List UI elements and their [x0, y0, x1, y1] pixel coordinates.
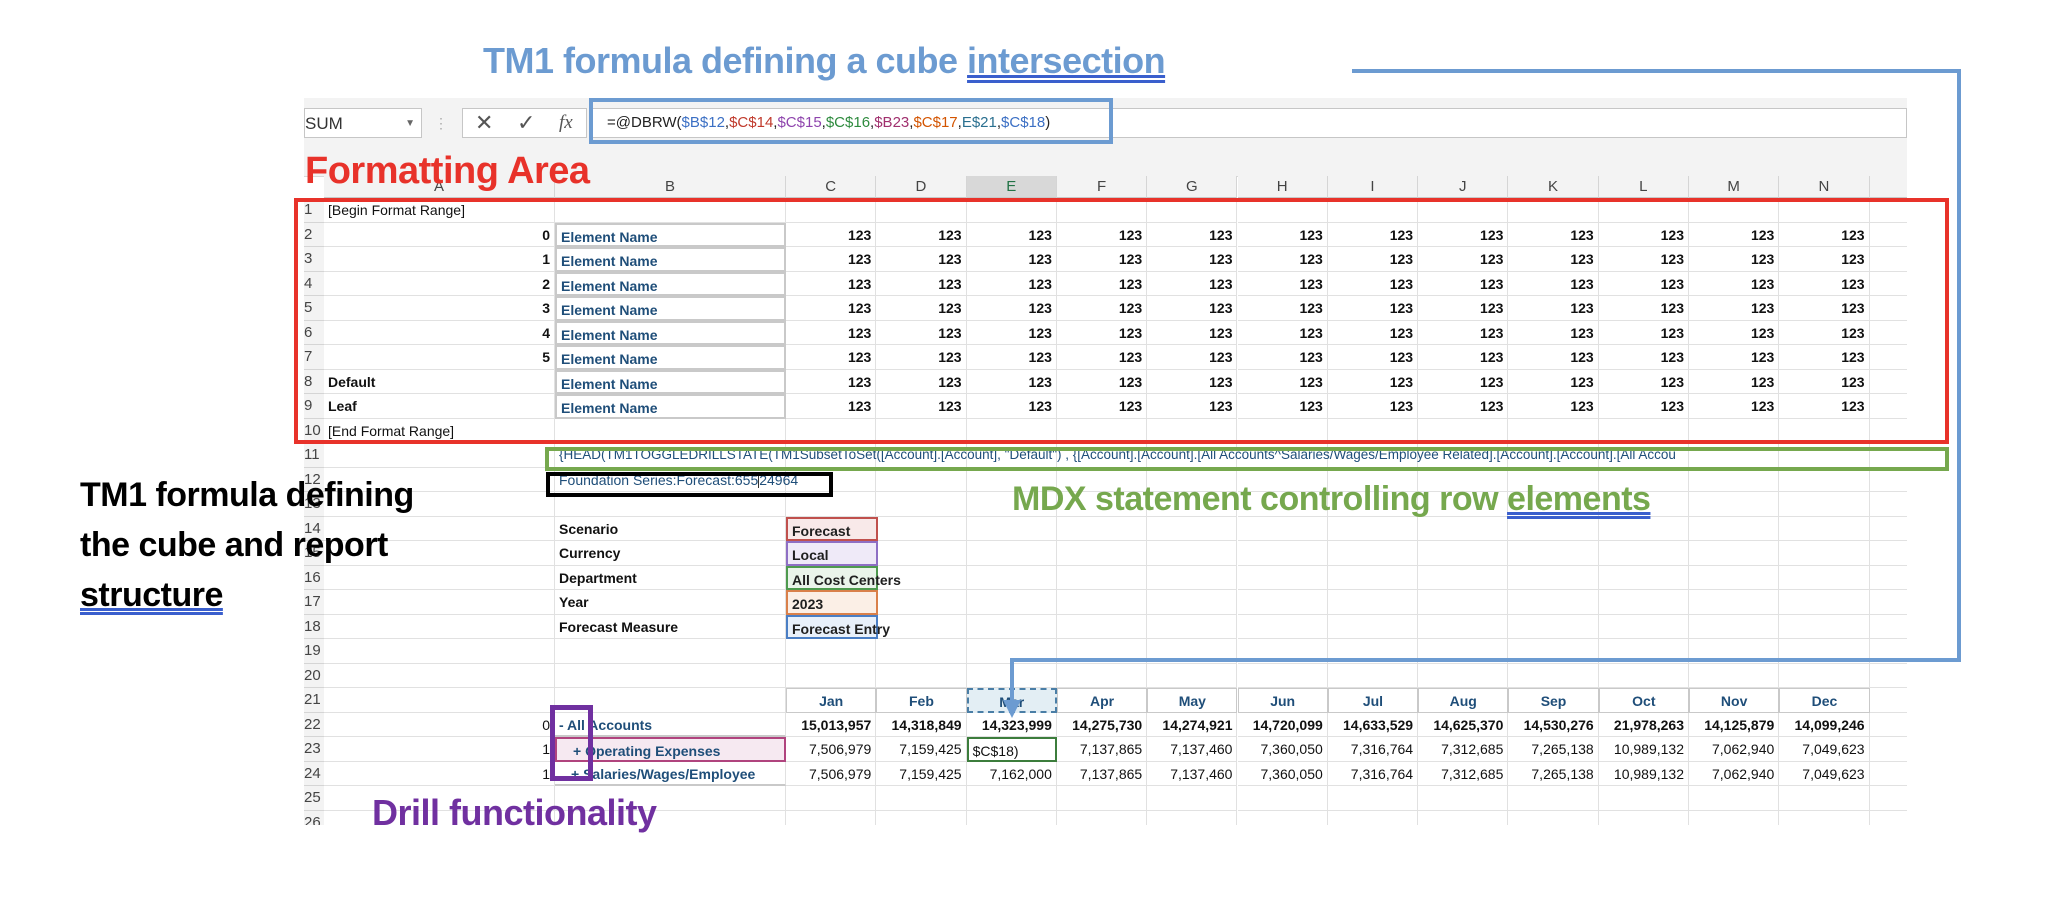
annotation-text: TM1 formula defining a cube: [483, 40, 968, 81]
connector-line: [1010, 69, 1961, 705]
annotation-underlined-text: elements: [1507, 480, 1651, 518]
annotation-mdx: MDX statement controlling row elements: [1012, 480, 1651, 519]
annotation-drill: Drill functionality: [372, 792, 657, 833]
annotation-text: MDX statement controlling row: [1012, 480, 1508, 518]
annotation-report-structure: TM1 formula defining the cube and report…: [80, 470, 414, 620]
connector-arrow: [1003, 69, 1961, 718]
annotation-line: TM1 formula defining: [80, 476, 414, 514]
arrow-head-icon: [1003, 700, 1021, 718]
annotation-line: structure: [80, 576, 223, 614]
annotation-line: the cube and report: [80, 526, 388, 564]
annotation-cube-intersection: TM1 formula defining a cube intersection: [483, 40, 1166, 82]
annotation-underlined-text: intersection: [967, 40, 1166, 81]
annotation-formatting-area: Formatting Area: [305, 150, 590, 192]
